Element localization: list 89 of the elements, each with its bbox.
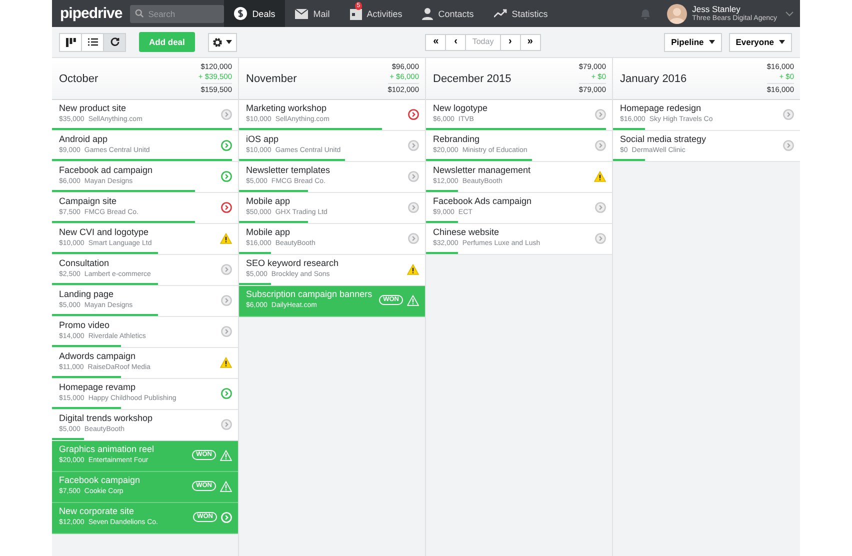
deal-title: Consultation — [59, 257, 110, 269]
search-icon — [135, 9, 144, 18]
warning-icon[interactable] — [220, 232, 232, 244]
deal-title: Subscription campaign banners — [246, 288, 374, 300]
deal-title: Rebranding — [433, 133, 481, 145]
chevron-circle-icon[interactable] — [221, 264, 232, 274]
chevron-circle-icon[interactable] — [408, 140, 419, 150]
dollar-icon — [234, 7, 248, 20]
deal-title: Facebook Ads campaign — [433, 195, 533, 207]
deal-title: Mobile app — [246, 226, 292, 238]
mail-icon — [295, 8, 308, 18]
chevron-circle-icon[interactable] — [595, 140, 606, 150]
chevron-circle-icon[interactable] — [221, 140, 232, 150]
deal-title: Landing page — [59, 288, 115, 300]
chevron-down-icon[interactable] — [785, 10, 794, 16]
deal-title: New product site — [59, 102, 128, 114]
deal-title: Promo video — [59, 319, 111, 331]
logo[interactable]: pipedrive — [52, 5, 130, 22]
deal-title: New CVI and logotype — [59, 226, 150, 238]
warning-icon[interactable] — [407, 264, 419, 274]
deal-title: Android app — [59, 133, 109, 145]
deal-title: Graphics animation reel — [59, 443, 156, 455]
chevron-circle-icon[interactable] — [783, 108, 794, 120]
person-icon — [422, 8, 434, 20]
settings-button[interactable] — [208, 32, 237, 52]
deal-title: Homepage redesign — [620, 102, 702, 114]
chevron-circle-icon[interactable] — [221, 418, 232, 430]
chevron-circle-icon[interactable] — [221, 388, 232, 398]
chevron-circle-icon[interactable] — [408, 108, 419, 120]
deal-title: Chinese website — [433, 226, 500, 238]
list-icon — [88, 38, 98, 46]
deal-title: Mobile app — [246, 195, 292, 207]
bell-icon[interactable] — [640, 8, 652, 20]
avatar[interactable] — [667, 4, 688, 24]
view-button[interactable] — [59, 32, 82, 52]
deal-title: Adwords campaign — [59, 350, 137, 362]
period-button[interactable]: « — [425, 34, 446, 50]
deal-title: New logotype — [433, 102, 489, 114]
column-title: November — [246, 72, 297, 84]
column-title: October — [59, 72, 98, 84]
column-title: December 2015 — [433, 72, 512, 84]
calendar-icon — [350, 8, 362, 20]
filter-dropdown[interactable]: Everyone — [728, 32, 792, 52]
chevron-circle-icon[interactable] — [221, 202, 232, 212]
deal-title: iOS app — [246, 133, 280, 145]
chevron-circle-icon[interactable] — [595, 202, 606, 212]
deal-title: Campaign site — [59, 195, 118, 207]
chevron-circle-icon[interactable] — [595, 232, 606, 244]
deal-title: Facebook ad campaign — [59, 164, 154, 176]
view-button[interactable] — [81, 32, 104, 52]
chevron-circle-icon[interactable] — [783, 140, 794, 150]
search-field[interactable]: Search — [130, 4, 224, 22]
chevron-circle-icon[interactable] — [408, 232, 419, 244]
view-button[interactable] — [103, 32, 126, 52]
deal-title: Marketing workshop — [246, 102, 328, 114]
period-button[interactable]: ‹ — [445, 34, 466, 50]
deal-title: Facebook campaign — [59, 474, 142, 486]
chevron-circle-icon[interactable] — [221, 326, 232, 336]
deal-title: Digital trends workshop — [59, 412, 154, 424]
deal-title: Newsletter templates — [246, 164, 332, 176]
filter-dropdown[interactable]: Pipeline — [664, 32, 722, 52]
deal-title: SEO keyword research — [246, 257, 340, 269]
caret-icon — [708, 40, 715, 44]
chevron-circle-icon[interactable] — [408, 202, 419, 212]
caret-icon — [779, 40, 786, 44]
deal-title: Homepage revamp — [59, 381, 137, 393]
chevron-circle-icon[interactable] — [221, 170, 232, 182]
chevron-circle-icon[interactable] — [595, 108, 606, 120]
nav-tab[interactable]: Deals — [224, 0, 286, 27]
warning-icon[interactable] — [594, 170, 606, 182]
nav-tab[interactable]: Contacts — [412, 0, 484, 27]
deal-title: New corporate site — [59, 505, 136, 517]
chevron-circle-icon[interactable] — [221, 294, 232, 306]
settings-icon — [212, 36, 224, 48]
column-title: January 2016 — [620, 72, 687, 84]
refresh-icon — [110, 37, 120, 47]
user-name: Jess Stanley — [692, 4, 742, 14]
period-button[interactable]: › — [500, 34, 521, 50]
nav-tab[interactable]: Statistics — [484, 0, 558, 27]
nav-tab[interactable]: Mail — [285, 0, 340, 27]
chevron-circle-icon[interactable] — [221, 108, 232, 120]
trend-icon — [494, 9, 507, 18]
warning-icon[interactable] — [220, 356, 232, 368]
caret-icon — [226, 40, 232, 44]
deal-title: Social media strategy — [620, 133, 708, 145]
columns-icon — [66, 38, 76, 46]
deal-title: Newsletter management — [433, 164, 532, 176]
chevron-circle-icon[interactable] — [408, 170, 419, 182]
period-button[interactable]: » — [520, 34, 541, 50]
